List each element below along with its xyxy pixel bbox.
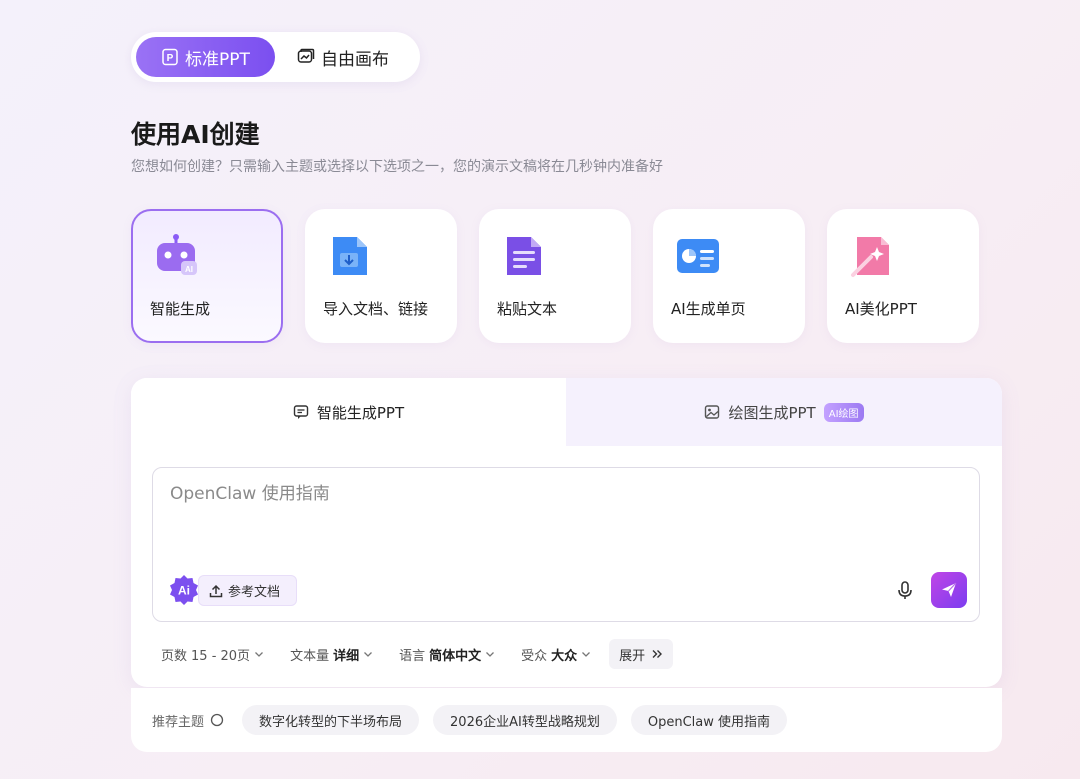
- chevron-down-icon: [486, 652, 495, 657]
- tab-smart-generate-ppt[interactable]: 智能生成PPT: [131, 378, 566, 446]
- card-beautify-ppt[interactable]: AI美化PPT: [827, 209, 979, 343]
- reference-doc-label: 参考文档: [228, 585, 281, 600]
- expand-label: 展开: [619, 648, 646, 664]
- pages-value: 15 - 20页: [191, 648, 251, 664]
- generation-options: 页数 15 - 20页 文本量 详细 语言 简体中文 受众 大众 展开: [161, 639, 674, 669]
- image-icon: [705, 405, 720, 419]
- audience-label: 受众: [521, 648, 548, 664]
- generate-panel: 智能生成PPT 绘图生成PPT AI绘图 Ai 参考文档: [131, 378, 1002, 687]
- pages-select[interactable]: 页数 15 - 20页: [161, 645, 264, 664]
- tab-label: 绘图生成PPT: [728, 403, 816, 422]
- send-icon: [942, 582, 957, 597]
- card-import-document[interactable]: 导入文档、链接: [305, 209, 457, 343]
- prompt-box: Ai 参考文档: [152, 467, 980, 622]
- chevron-down-icon: [364, 652, 373, 657]
- topic-chip[interactable]: 2026企业AI转型战略规划: [433, 705, 617, 735]
- ai-draw-badge: AI绘图: [823, 402, 864, 422]
- card-smart-generate[interactable]: AI 智能生成: [131, 209, 283, 343]
- card-single-page[interactable]: AI生成单页: [653, 209, 805, 343]
- expand-button[interactable]: 展开: [609, 639, 674, 669]
- canvas-icon: [297, 48, 315, 63]
- mode-switch: P 标准PPT 自由画布: [131, 32, 420, 82]
- pages-label: 页数: [161, 648, 188, 664]
- prompt-input[interactable]: [170, 484, 960, 504]
- ppt-icon: P: [162, 48, 178, 66]
- recommend-label-group: 推荐主题: [152, 711, 224, 730]
- page-subtitle: 您想如何创建？只需输入主题或选择以下选项之一，您的演示文稿将在几秒钟内准备好: [131, 159, 663, 175]
- reference-doc-button[interactable]: 参考文档: [198, 575, 297, 606]
- card-paste-text[interactable]: 粘贴文本: [479, 209, 631, 343]
- card-label: AI生成单页: [671, 300, 746, 318]
- free-canvas-label: 自由画布: [321, 49, 389, 70]
- beautify-icon: [851, 237, 889, 277]
- import-doc-icon: [333, 237, 367, 275]
- text-amount-label: 文本量: [290, 648, 330, 664]
- refresh-icon[interactable]: [210, 713, 224, 727]
- audience-value: 大众: [551, 648, 578, 664]
- free-canvas-button[interactable]: 自由画布: [275, 37, 389, 77]
- card-label: 智能生成: [150, 300, 211, 318]
- single-page-icon: [677, 239, 719, 273]
- standard-ppt-label: 标准PPT: [185, 49, 250, 70]
- tab-draw-generate-ppt[interactable]: 绘图生成PPT AI绘图: [566, 378, 1002, 446]
- topic-chip[interactable]: 数字化转型的下半场布局: [242, 705, 420, 735]
- robot-icon: AI: [157, 234, 197, 275]
- topic-chip[interactable]: OpenClaw 使用指南: [630, 705, 787, 735]
- language-select[interactable]: 语言 简体中文: [399, 645, 495, 664]
- chevron-down-icon: [582, 652, 591, 657]
- recommended-topics: 推荐主题 数字化转型的下半场布局 2026企业AI转型战略规划 OpenClaw…: [131, 688, 1002, 752]
- page-title: 使用AI创建: [131, 120, 260, 149]
- standard-ppt-button[interactable]: P 标准PPT: [136, 37, 275, 77]
- chat-icon: [293, 405, 309, 419]
- card-label: 粘贴文本: [497, 300, 558, 318]
- ai-logo-icon: Ai: [170, 575, 198, 605]
- card-label: AI美化PPT: [845, 300, 917, 318]
- svg-text:AI: AI: [185, 265, 193, 274]
- language-label: 语言: [399, 648, 426, 664]
- tab-label: 智能生成PPT: [316, 403, 405, 422]
- double-chevron-right-icon: [652, 650, 663, 658]
- audience-select[interactable]: 受众 大众: [521, 645, 591, 664]
- svg-text:P: P: [167, 53, 174, 64]
- paste-text-icon: [507, 237, 541, 275]
- recommend-label: 推荐主题: [152, 714, 205, 730]
- ai-badge-text: Ai: [178, 584, 190, 598]
- upload-icon: [209, 584, 223, 597]
- send-button[interactable]: [931, 572, 967, 608]
- text-amount-value: 详细: [333, 648, 360, 664]
- create-options: AI 智能生成 导入文档、链接 粘贴文本 AI生成单页 AI美化PPT: [131, 209, 979, 343]
- language-value: 简体中文: [429, 648, 482, 664]
- chevron-down-icon: [255, 652, 264, 657]
- text-amount-select[interactable]: 文本量 详细: [290, 645, 373, 664]
- microphone-icon[interactable]: [896, 580, 914, 600]
- card-label: 导入文档、链接: [323, 300, 429, 318]
